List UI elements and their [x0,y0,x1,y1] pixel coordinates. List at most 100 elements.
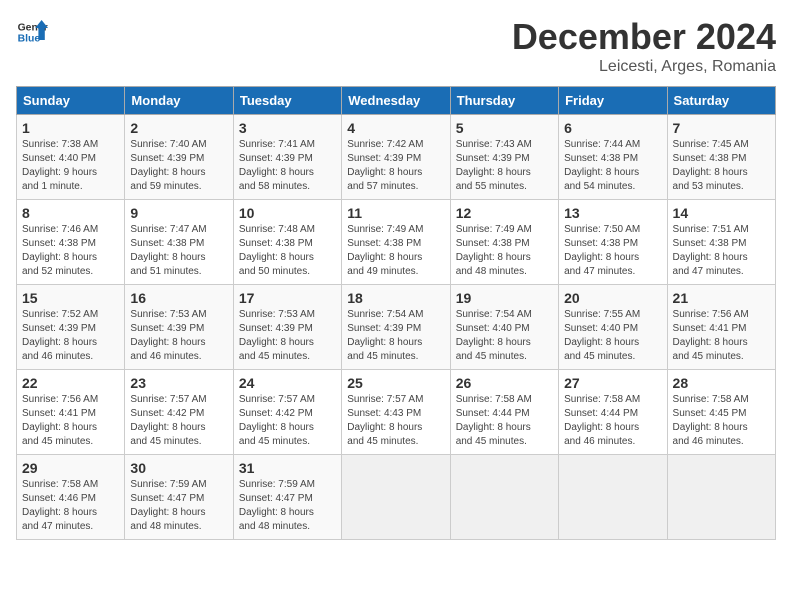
calendar-cell: 25 Sunrise: 7:57 AM Sunset: 4:43 PM Dayli… [342,370,450,455]
day-info: Sunrise: 7:52 AM Sunset: 4:39 PM Dayligh… [22,308,119,364]
calendar-cell: 1 Sunrise: 7:38 AM Sunset: 4:40 PM Daylig… [17,115,125,200]
day-number: 21 [673,290,770,306]
day-info: Sunrise: 7:41 AM Sunset: 4:39 PM Dayligh… [239,138,336,194]
calendar-cell [450,455,558,540]
calendar-cell: 13 Sunrise: 7:50 AM Sunset: 4:38 PM Dayli… [559,200,667,285]
day-number: 23 [130,375,227,391]
day-info: Sunrise: 7:45 AM Sunset: 4:38 PM Dayligh… [673,138,770,194]
calendar-cell: 28Sunrise: 7:58 AM Sunset: 4:45 PM Dayli… [667,370,775,455]
day-info: Sunrise: 7:53 AM Sunset: 4:39 PM Dayligh… [130,308,227,364]
day-info: Sunrise: 7:54 AM Sunset: 4:40 PM Dayligh… [456,308,553,364]
day-number: 16 [130,290,227,306]
day-number: 9 [130,205,227,221]
calendar-cell: 31 Sunrise: 7:59 AM Sunset: 4:47 PM Dayli… [233,455,341,540]
title-area: December 2024 Leicesti, Arges, Romania [512,16,776,76]
weekday-header-thursday: Thursday [450,87,558,115]
day-number: 31 [239,460,336,476]
day-info: Sunrise: 7:58 AM Sunset: 4:46 PM Dayligh… [22,478,119,534]
day-number: 17 [239,290,336,306]
day-number: 11 [347,205,444,221]
day-number: 12 [456,205,553,221]
day-info: Sunrise: 7:40 AM Sunset: 4:39 PM Dayligh… [130,138,227,194]
calendar-cell: 5 Sunrise: 7:43 AM Sunset: 4:39 PM Daylig… [450,115,558,200]
weekday-header-saturday: Saturday [667,87,775,115]
day-info: Sunrise: 7:58 AM Sunset: 4:44 PM Dayligh… [564,393,661,449]
day-number: 4 [347,120,444,136]
calendar-cell: 20 Sunrise: 7:55 AM Sunset: 4:40 PM Dayli… [559,285,667,370]
calendar-cell: 7 Sunrise: 7:45 AM Sunset: 4:38 PM Daylig… [667,115,775,200]
logo: General Blue [16,16,48,48]
day-info: Sunrise: 7:51 AM Sunset: 4:38 PM Dayligh… [673,223,770,279]
day-number: 30 [130,460,227,476]
day-number: 22 [22,375,119,391]
day-number: 18 [347,290,444,306]
calendar-cell: 9 Sunrise: 7:47 AM Sunset: 4:38 PM Daylig… [125,200,233,285]
calendar-cell: 27Sunrise: 7:58 AM Sunset: 4:44 PM Dayli… [559,370,667,455]
day-number: 29 [22,460,119,476]
day-number: 3 [239,120,336,136]
header: General Blue December 2024 Leicesti, Arg… [16,16,776,76]
day-info: Sunrise: 7:43 AM Sunset: 4:39 PM Dayligh… [456,138,553,194]
day-info: Sunrise: 7:49 AM Sunset: 4:38 PM Dayligh… [456,223,553,279]
day-info: Sunrise: 7:49 AM Sunset: 4:38 PM Dayligh… [347,223,444,279]
day-number: 6 [564,120,661,136]
calendar-cell: 17 Sunrise: 7:53 AM Sunset: 4:39 PM Dayli… [233,285,341,370]
day-number: 15 [22,290,119,306]
calendar-cell [342,455,450,540]
day-info: Sunrise: 7:47 AM Sunset: 4:38 PM Dayligh… [130,223,227,279]
day-info: Sunrise: 7:56 AM Sunset: 4:41 PM Dayligh… [673,308,770,364]
day-number: 7 [673,120,770,136]
calendar-cell: 14 Sunrise: 7:51 AM Sunset: 4:38 PM Dayli… [667,200,775,285]
day-info: Sunrise: 7:54 AM Sunset: 4:39 PM Dayligh… [347,308,444,364]
svg-text:Blue: Blue [18,34,41,45]
day-info: Sunrise: 7:57 AM Sunset: 4:42 PM Dayligh… [130,393,227,449]
calendar-cell: 30 Sunrise: 7:59 AM Sunset: 4:47 PM Dayli… [125,455,233,540]
calendar-table: SundayMondayTuesdayWednesdayThursdayFrid… [16,86,776,540]
calendar-cell: 8Sunrise: 7:46 AM Sunset: 4:38 PM Daylig… [17,200,125,285]
month-title: December 2024 [512,16,776,58]
calendar-cell: 4 Sunrise: 7:42 AM Sunset: 4:39 PM Daylig… [342,115,450,200]
day-number: 14 [673,205,770,221]
calendar-cell: 24 Sunrise: 7:57 AM Sunset: 4:42 PM Dayli… [233,370,341,455]
calendar-cell: 21 Sunrise: 7:56 AM Sunset: 4:41 PM Dayli… [667,285,775,370]
day-info: Sunrise: 7:42 AM Sunset: 4:39 PM Dayligh… [347,138,444,194]
day-number: 5 [456,120,553,136]
day-info: Sunrise: 7:57 AM Sunset: 4:42 PM Dayligh… [239,393,336,449]
day-number: 1 [22,120,119,136]
calendar-cell: 12 Sunrise: 7:49 AM Sunset: 4:38 PM Dayli… [450,200,558,285]
calendar-cell: 10Sunrise: 7:48 AM Sunset: 4:38 PM Dayli… [233,200,341,285]
calendar-cell: 19 Sunrise: 7:54 AM Sunset: 4:40 PM Dayli… [450,285,558,370]
calendar-cell [667,455,775,540]
calendar-cell: 26 Sunrise: 7:58 AM Sunset: 4:44 PM Dayli… [450,370,558,455]
calendar-cell: 6 Sunrise: 7:44 AM Sunset: 4:38 PM Daylig… [559,115,667,200]
weekday-header-tuesday: Tuesday [233,87,341,115]
day-info: Sunrise: 7:59 AM Sunset: 4:47 PM Dayligh… [239,478,336,534]
day-info: Sunrise: 7:53 AM Sunset: 4:39 PM Dayligh… [239,308,336,364]
day-info: Sunrise: 7:38 AM Sunset: 4:40 PM Dayligh… [22,138,119,194]
day-info: Sunrise: 7:59 AM Sunset: 4:47 PM Dayligh… [130,478,227,534]
day-number: 20 [564,290,661,306]
day-info: Sunrise: 7:50 AM Sunset: 4:38 PM Dayligh… [564,223,661,279]
weekday-header-friday: Friday [559,87,667,115]
calendar-cell: 22 Sunrise: 7:56 AM Sunset: 4:41 PM Dayli… [17,370,125,455]
day-number: 25 [347,375,444,391]
day-info: Sunrise: 7:56 AM Sunset: 4:41 PM Dayligh… [22,393,119,449]
calendar-cell: 29 Sunrise: 7:58 AM Sunset: 4:46 PM Dayli… [17,455,125,540]
day-number: 19 [456,290,553,306]
day-number: 26 [456,375,553,391]
day-info: Sunrise: 7:58 AM Sunset: 4:44 PM Dayligh… [456,393,553,449]
calendar-cell [559,455,667,540]
day-number: 28 [673,375,770,391]
calendar-cell: 18 Sunrise: 7:54 AM Sunset: 4:39 PM Dayli… [342,285,450,370]
day-number: 2 [130,120,227,136]
day-info: Sunrise: 7:46 AM Sunset: 4:38 PM Dayligh… [22,223,119,279]
day-info: Sunrise: 7:57 AM Sunset: 4:43 PM Dayligh… [347,393,444,449]
day-info: Sunrise: 7:55 AM Sunset: 4:40 PM Dayligh… [564,308,661,364]
day-number: 13 [564,205,661,221]
calendar-cell: 3 Sunrise: 7:41 AM Sunset: 4:39 PM Daylig… [233,115,341,200]
day-info: Sunrise: 7:44 AM Sunset: 4:38 PM Dayligh… [564,138,661,194]
day-info: Sunrise: 7:48 AM Sunset: 4:38 PM Dayligh… [239,223,336,279]
calendar-cell: 15 Sunrise: 7:52 AM Sunset: 4:39 PM Dayli… [17,285,125,370]
calendar-cell: 11 Sunrise: 7:49 AM Sunset: 4:38 PM Dayli… [342,200,450,285]
day-number: 24 [239,375,336,391]
